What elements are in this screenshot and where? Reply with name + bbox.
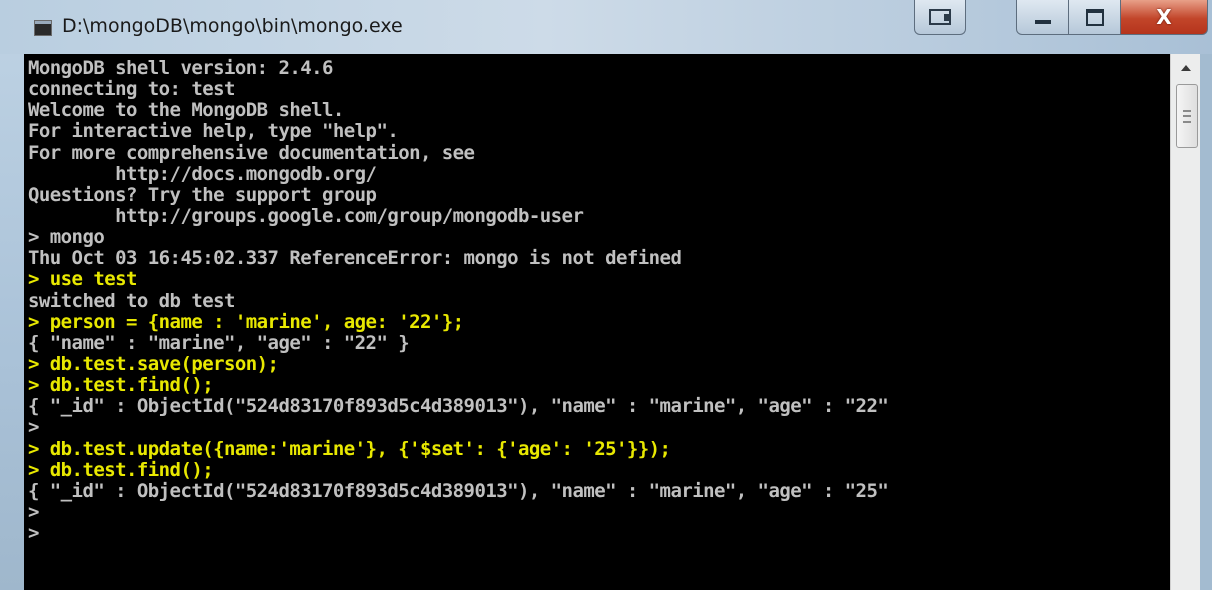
vertical-scrollbar[interactable] (1170, 54, 1201, 590)
maximize-button[interactable] (1068, 0, 1122, 35)
console-line: { "_id" : ObjectId("524d83170f893d5c4d38… (28, 395, 889, 418)
console-line: > db.test.find(); (28, 458, 214, 481)
console-line: > use test (28, 268, 137, 291)
snap-icon (929, 9, 951, 25)
snap-button[interactable] (914, 0, 966, 35)
console-line: http://groups.google.com/group/mongodb-u… (28, 204, 584, 227)
console-app-icon[interactable] (34, 20, 52, 36)
console-line: > db.test.find(); (28, 374, 214, 397)
window-title: D:\mongoDB\mongo\bin\mongo.exe (62, 15, 403, 37)
console-line: { "_id" : ObjectId("524d83170f893d5c4d38… (28, 479, 889, 502)
console-line: > mongo (28, 226, 105, 249)
close-icon: X (1156, 5, 1172, 29)
close-button[interactable]: X (1120, 0, 1208, 35)
minimize-button[interactable] (1016, 0, 1070, 35)
console-line: http://docs.mongodb.org/ (28, 162, 377, 185)
console-line: For more comprehensive documentation, se… (28, 141, 475, 164)
console-line: MongoDB shell version: 2.4.6 (28, 57, 333, 79)
console-line: connecting to: test (28, 78, 235, 101)
console-line: Thu Oct 03 16:45:02.337 ReferenceError: … (28, 247, 682, 270)
console-line: > (28, 500, 39, 523)
grip-icon (1183, 109, 1191, 123)
maximize-icon (1086, 8, 1104, 26)
console-line: > person = {name : 'marine', age: '22'}; (28, 310, 464, 333)
title-bar[interactable]: D:\mongoDB\mongo\bin\mongo.exe X (0, 0, 1212, 54)
console-line: > db.test.save(person); (28, 352, 279, 375)
scrollbar-thumb[interactable] (1176, 84, 1198, 148)
console-window: D:\mongoDB\mongo\bin\mongo.exe X MongoDB… (0, 0, 1212, 590)
console-line: switched to db test (28, 289, 235, 312)
console-line: > db.test.update({name:'marine'}, {'$set… (28, 437, 671, 460)
console-line: > (28, 522, 39, 545)
console-line: Questions? Try the support group (28, 183, 377, 206)
console-line: { "name" : "marine", "age" : "22" } (28, 331, 410, 354)
minimize-icon (1035, 20, 1051, 24)
console-output[interactable]: MongoDB shell version: 2.4.6 connecting t… (24, 54, 1170, 590)
console-line: For interactive help, type "help". (28, 120, 399, 143)
window-frame-right (1200, 54, 1212, 590)
console-line: Welcome to the MongoDB shell. (28, 99, 344, 122)
console-lines: MongoDB shell version: 2.4.6 connecting t… (28, 57, 889, 545)
scroll-up-button[interactable] (1171, 54, 1201, 82)
console-line: > (28, 416, 39, 439)
